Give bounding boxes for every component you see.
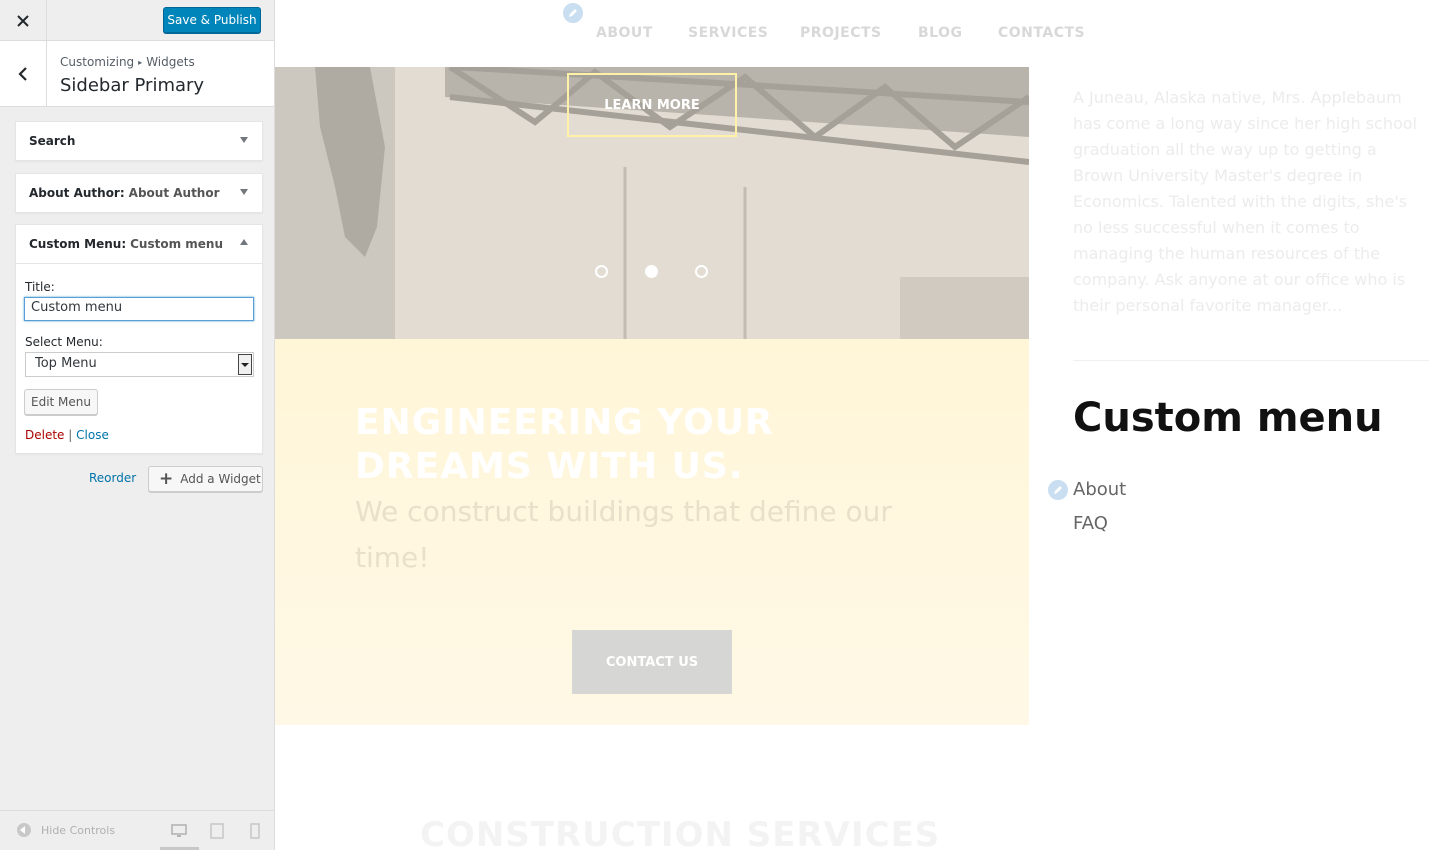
divider: [1073, 360, 1429, 361]
widget-title: About Author:: [29, 186, 125, 200]
close-link[interactable]: Close: [76, 428, 109, 442]
title-input[interactable]: Custom menu: [24, 297, 254, 321]
edit-menu-button[interactable]: Edit Menu: [24, 389, 98, 415]
widget-form: Title: Custom menu Select Menu: Top Menu…: [16, 263, 262, 453]
select-menu-value: Top Menu: [35, 356, 97, 371]
contact-us-button[interactable]: CONTACT US: [572, 630, 732, 694]
plus-icon: +: [159, 468, 174, 489]
customizer-screen: Save & Publish Customizing ▸ Widgets Sideb…: [0, 0, 1429, 850]
hide-controls-button[interactable]: Hide Controls: [17, 823, 115, 837]
breadcrumb: Customizing ▸ Widgets: [60, 55, 195, 69]
reorder-link[interactable]: Reorder: [89, 471, 136, 485]
slider-dot-3[interactable]: [695, 265, 708, 278]
widget-custom-menu: Custom Menu: Custom menu Title: Custom m…: [15, 224, 263, 454]
select-menu-label: Select Menu:: [25, 335, 103, 349]
custom-menu-item-about[interactable]: About: [1073, 479, 1126, 500]
nav-item-services[interactable]: SERVICES: [688, 25, 768, 41]
banner-subline: We construct buildings that define our t…: [355, 495, 892, 574]
slider-dot-1[interactable]: [595, 265, 608, 278]
services-heading: CONSTRUCTION SERVICES: [420, 815, 941, 850]
widget-about-author-header[interactable]: About Author: About Author: [16, 174, 262, 212]
nav-item-about[interactable]: ABOUT: [596, 25, 653, 41]
widget-about-author: About Author: About Author: [15, 173, 263, 213]
close-icon: [17, 14, 29, 27]
nav-item-contacts[interactable]: CONTACTS: [998, 25, 1085, 41]
breadcrumb-root: Customizing: [60, 55, 135, 69]
widget-actions: Delete | Close: [25, 428, 109, 442]
select-menu-dropdown[interactable]: Top Menu: [25, 352, 254, 377]
close-customizer-button[interactable]: [0, 0, 47, 41]
delete-link[interactable]: Delete: [25, 428, 64, 442]
customizer-footer: Hide Controls: [0, 810, 274, 850]
action-separator: |: [68, 428, 73, 442]
breadcrumb-current: Widgets: [146, 55, 195, 69]
section-title: Sidebar Primary: [60, 75, 205, 96]
collapse-icon: [17, 823, 31, 837]
tablet-preview-icon[interactable]: [209, 823, 225, 839]
hide-controls-label: Hide Controls: [41, 823, 116, 837]
desktop-preview-icon[interactable]: [171, 823, 187, 839]
chevron-left-icon: [18, 66, 27, 81]
widget-instance-title: Custom menu: [130, 237, 224, 251]
widget-title: Search: [29, 134, 76, 148]
widget-search-header[interactable]: Search: [16, 122, 262, 160]
edit-widget-pencil-icon[interactable]: [1046, 478, 1070, 502]
widget-title: Custom Menu:: [29, 237, 127, 251]
learn-more-button[interactable]: LEARN MORE: [567, 73, 737, 137]
widget-custom-menu-header[interactable]: Custom Menu: Custom menu: [16, 225, 262, 263]
widget-instance-title: About Author: [128, 186, 220, 200]
collapse-arrow-icon[interactable]: [240, 239, 248, 245]
nav-item-projects[interactable]: PROJECTS: [800, 25, 882, 41]
author-bio: A Juneau, Alaska native, Mrs. Applebaum …: [1073, 88, 1417, 315]
custom-menu-title: Custom menu: [1073, 395, 1383, 441]
title-label: Title:: [25, 280, 55, 294]
section-header: Customizing ▸ Widgets Sidebar Primary: [0, 41, 274, 107]
customizer-header: Save & Publish: [0, 0, 274, 41]
expand-arrow-icon[interactable]: [240, 189, 248, 195]
hero-slider: LEARN MORE: [275, 67, 1029, 339]
widget-search: Search: [15, 121, 263, 161]
add-widget-label: Add a Widget: [180, 472, 261, 486]
banner-headline: ENGINEERING YOUR DREAMS WITH US.: [355, 402, 774, 487]
breadcrumb-separator-icon: ▸: [138, 58, 143, 67]
add-widget-button[interactable]: + Add a Widget: [148, 466, 263, 492]
edit-shortcut-pencil-icon[interactable]: [561, 1, 585, 25]
site-navigation: ABOUT SERVICES PROJECTS BLOG CONTACTS: [275, 0, 1429, 67]
banner-section: ENGINEERING YOUR DREAMS WITH US. We cons…: [275, 339, 1029, 725]
expand-arrow-icon[interactable]: [240, 137, 248, 143]
custom-menu-item-faq[interactable]: FAQ: [1073, 513, 1108, 534]
dropdown-arrow-icon[interactable]: [238, 354, 252, 375]
customizer-sidebar: Save & Publish Customizing ▸ Widgets Sideb…: [0, 0, 275, 850]
slider-dot-2-active[interactable]: [645, 265, 658, 278]
nav-item-blog[interactable]: BLOG: [918, 25, 963, 41]
site-preview: ABOUT SERVICES PROJECTS BLOG CONTACTS LE…: [275, 0, 1429, 850]
save-publish-button[interactable]: Save & Publish: [163, 7, 261, 33]
mobile-preview-icon[interactable]: [247, 823, 263, 839]
back-button[interactable]: [0, 41, 47, 106]
